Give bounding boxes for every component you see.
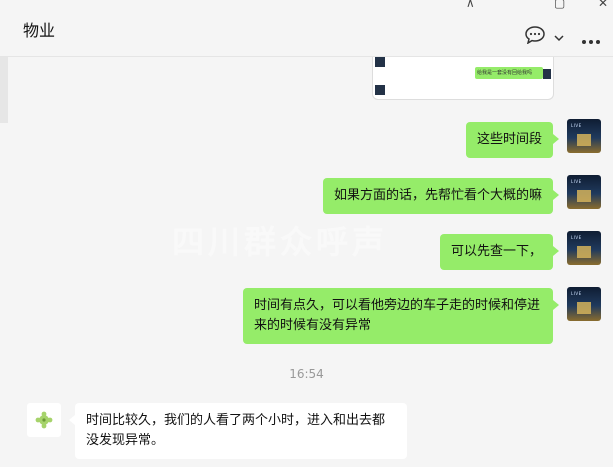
message-row: 可以先查一下， — [439, 234, 560, 270]
watermark: 四川群众呼声 — [172, 223, 389, 261]
chat-title: 物业 — [23, 21, 56, 40]
more-icon[interactable] — [581, 30, 601, 49]
pin-icon[interactable]: ⊼ — [466, 0, 475, 10]
message-row: 时间比较久，我们的人看了两个小时，进入和出去都没发现异常。 — [69, 403, 407, 459]
chat-bubble-icon[interactable] — [525, 26, 545, 48]
maximize-icon[interactable]: ▢ — [554, 0, 565, 10]
chat-header: ⊼ ▢ ✕ 物业 — [0, 0, 613, 57]
mini-avatar — [375, 85, 385, 95]
mini-avatar — [375, 57, 385, 67]
message-row: 时间有点久，可以看他旁边的车子走的时候和停进来的时候有没有异常 — [243, 288, 559, 344]
sent-message-bubble[interactable]: 如果方面的话，先帮忙看个大概的嘛 — [322, 178, 560, 214]
image-message-card[interactable]: 给我是一套没有回给我吗 — [372, 57, 554, 100]
timestamp: 16:54 — [289, 367, 324, 381]
avatar[interactable]: LIVE — [567, 231, 601, 265]
chevron-down-icon[interactable] — [553, 28, 565, 47]
sent-message-bubble[interactable]: 可以先查一下， — [439, 234, 560, 270]
mini-bubble: 给我是一套没有回给我吗 — [475, 67, 543, 79]
sent-message-bubble[interactable]: 时间有点久，可以看他旁边的车子走的时候和停进来的时候有没有异常 — [243, 288, 559, 344]
received-message-bubble[interactable]: 时间比较久，我们的人看了两个小时，进入和出去都没发现异常。 — [69, 403, 407, 459]
avatar[interactable]: LIVE — [567, 287, 601, 321]
avatar[interactable]: LIVE — [567, 119, 601, 153]
avatar[interactable] — [27, 403, 61, 437]
mini-avatar — [543, 69, 551, 79]
avatar[interactable]: LIVE — [567, 175, 601, 209]
message-row: 如果方面的话，先帮忙看个大概的嘛 — [322, 178, 560, 214]
close-icon[interactable]: ✕ — [598, 0, 608, 10]
chat-area: 给我是一套没有回给我吗 四川群众呼声 这些时间段 LIVE 如果方面的话，先帮忙… — [0, 57, 613, 467]
sent-message-bubble[interactable]: 这些时间段 — [465, 122, 560, 158]
contact-avatar-icon — [35, 411, 53, 429]
message-row: 这些时间段 — [465, 122, 560, 158]
